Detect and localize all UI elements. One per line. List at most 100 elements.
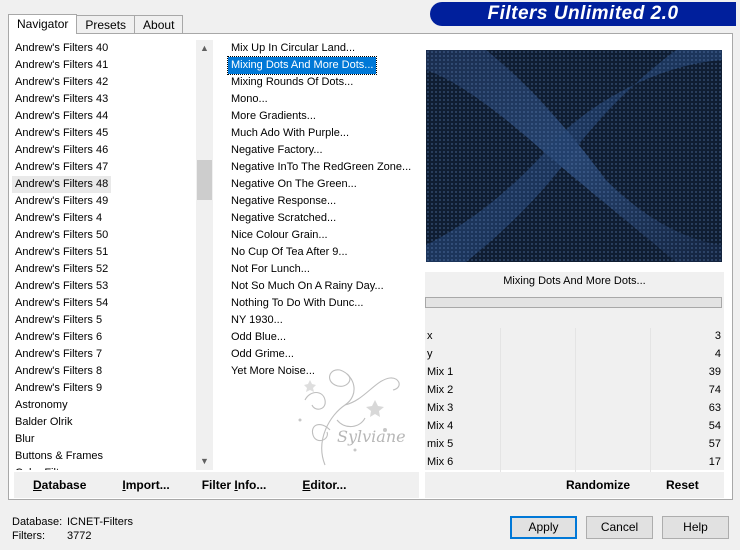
slider-tick bbox=[500, 436, 501, 454]
param-value: 57 bbox=[708, 438, 721, 450]
slider-tick bbox=[650, 346, 651, 364]
slider-tick bbox=[500, 418, 501, 436]
help-button[interactable]: Help bbox=[662, 516, 729, 539]
filter-item[interactable]: Much Ado With Purple... bbox=[228, 125, 418, 142]
scroll-down-icon[interactable]: ▼ bbox=[196, 453, 213, 470]
category-item[interactable]: Andrew's Filters 6 bbox=[12, 329, 197, 346]
category-item[interactable]: Andrew's Filters 45 bbox=[12, 125, 197, 142]
category-item[interactable]: Andrew's Filters 43 bbox=[12, 91, 197, 108]
param-slider-row[interactable]: mix 5 57 bbox=[425, 436, 724, 454]
category-item[interactable]: Andrew's Filters 9 bbox=[12, 380, 197, 397]
filter-item[interactable]: Negative Scratched... bbox=[228, 210, 418, 227]
scroll-up-icon[interactable]: ▲ bbox=[196, 40, 213, 57]
param-name: y bbox=[427, 348, 433, 360]
slider-tick bbox=[575, 454, 576, 472]
param-slider-row[interactable]: Mix 3 63 bbox=[425, 400, 724, 418]
slider-tick bbox=[650, 400, 651, 418]
param-slider-row[interactable]: Mix 2 74 bbox=[425, 382, 724, 400]
filter-item[interactable]: Mixing Rounds Of Dots... bbox=[228, 74, 418, 91]
category-item[interactable]: Andrew's Filters 41 bbox=[12, 57, 197, 74]
slider-tick bbox=[575, 382, 576, 400]
tab-bar: Navigator Presets About bbox=[8, 14, 184, 34]
cancel-button[interactable]: Cancel bbox=[586, 516, 653, 539]
param-slider-row[interactable]: Mix 1 39 bbox=[425, 364, 724, 382]
slider-tick bbox=[500, 346, 501, 364]
watermark-text: Sylviane bbox=[337, 427, 406, 446]
filter-item[interactable]: Negative Factory... bbox=[228, 142, 418, 159]
slider-tick bbox=[650, 418, 651, 436]
category-item[interactable]: Color Filters bbox=[12, 465, 197, 470]
filter-item[interactable]: Odd Blue... bbox=[228, 329, 418, 346]
filter-preview bbox=[426, 50, 722, 262]
category-item[interactable]: Andrew's Filters 47 bbox=[12, 159, 197, 176]
watermark-signature: Sylviane bbox=[298, 369, 406, 466]
category-item[interactable]: Andrew's Filters 4 bbox=[12, 210, 197, 227]
editor-button[interactable]: Editor... bbox=[302, 478, 346, 492]
app-title-banner: Filters Unlimited 2.0 bbox=[430, 2, 736, 26]
category-item[interactable]: Andrew's Filters 53 bbox=[12, 278, 197, 295]
database-button[interactable]: Database bbox=[33, 478, 86, 492]
category-item[interactable]: Andrew's Filters 40 bbox=[12, 40, 197, 57]
category-item[interactable]: Balder Olrik bbox=[12, 414, 197, 431]
category-item[interactable]: Andrew's Filters 8 bbox=[12, 363, 197, 380]
param-value: 63 bbox=[708, 402, 721, 414]
category-item[interactable]: Andrew's Filters 42 bbox=[12, 74, 197, 91]
param-value: 39 bbox=[708, 366, 721, 378]
filter-item[interactable]: Mono... bbox=[228, 91, 418, 108]
filter-item[interactable]: Negative On The Green... bbox=[228, 176, 418, 193]
filter-item[interactable]: Not So Much On A Rainy Day... bbox=[228, 278, 418, 295]
param-slider-row[interactable]: y4 bbox=[425, 346, 724, 364]
filter-item[interactable]: Nice Colour Grain... bbox=[228, 227, 418, 244]
filter-item[interactable]: Mixing Dots And More Dots... bbox=[226, 56, 378, 75]
category-item[interactable]: Andrew's Filters 54 bbox=[12, 295, 197, 312]
filter-item[interactable]: NY 1930... bbox=[228, 312, 418, 329]
param-slider-row[interactable]: Mix 4 54 bbox=[425, 418, 724, 436]
tab-navigator[interactable]: Navigator bbox=[8, 14, 78, 34]
apply-button[interactable]: Apply bbox=[510, 516, 577, 539]
category-item[interactable]: Andrew's Filters 7 bbox=[12, 346, 197, 363]
category-item[interactable]: Andrew's Filters 50 bbox=[12, 227, 197, 244]
param-name: Mix 4 bbox=[427, 420, 454, 432]
category-item[interactable]: Andrew's Filters 44 bbox=[12, 108, 197, 125]
slider-tick bbox=[575, 418, 576, 436]
reset-button[interactable]: Reset bbox=[666, 478, 699, 492]
filters-count-label: Filters: bbox=[12, 530, 45, 542]
category-item[interactable]: Blur bbox=[12, 431, 197, 448]
category-list[interactable]: Andrew's Filters 40 Andrew's Filters 41 An… bbox=[12, 40, 197, 470]
param-name: Mix 6 bbox=[427, 456, 454, 468]
filters-count-value: 3772 bbox=[67, 530, 92, 542]
filter-item[interactable]: Mix Up In Circular Land... bbox=[228, 40, 418, 57]
slider-tick bbox=[650, 382, 651, 400]
slider-tick bbox=[575, 346, 576, 364]
filter-item[interactable]: More Gradients... bbox=[228, 108, 418, 125]
scroll-thumb[interactable] bbox=[197, 160, 212, 200]
filter-item[interactable]: Not For Lunch... bbox=[228, 261, 418, 278]
category-item[interactable]: Andrew's Filters 51 bbox=[12, 244, 197, 261]
filter-item[interactable]: No Cup Of Tea After 9... bbox=[228, 244, 418, 261]
left-button-bar: Database Import... Filter Info... Editor… bbox=[14, 472, 419, 498]
slider-tick bbox=[575, 364, 576, 382]
category-item[interactable]: Astronomy bbox=[12, 397, 197, 414]
category-item[interactable]: Buttons & Frames bbox=[12, 448, 197, 465]
category-item[interactable]: Andrew's Filters 5 bbox=[12, 312, 197, 329]
category-item[interactable]: Andrew's Filters 48 bbox=[12, 176, 112, 193]
param-slider-row[interactable]: Mix 6 17 bbox=[425, 454, 724, 472]
current-filter-title: Mixing Dots And More Dots... bbox=[503, 275, 646, 287]
param-slider-row[interactable]: x3 bbox=[425, 328, 724, 346]
slider-tick bbox=[500, 328, 501, 346]
preview-scrollbar[interactable] bbox=[425, 297, 722, 308]
category-item[interactable]: Andrew's Filters 46 bbox=[12, 142, 197, 159]
filter-item[interactable]: Nothing To Do With Dunc... bbox=[228, 295, 418, 312]
slider-tick bbox=[650, 454, 651, 472]
tab-presets[interactable]: Presets bbox=[76, 15, 136, 34]
category-item[interactable]: Andrew's Filters 49 bbox=[12, 193, 197, 210]
category-item[interactable]: Andrew's Filters 52 bbox=[12, 261, 197, 278]
tab-about[interactable]: About bbox=[134, 15, 184, 34]
param-value: 54 bbox=[708, 420, 721, 432]
filter-info-button[interactable]: Filter Info... bbox=[202, 478, 267, 492]
import-button[interactable]: Import... bbox=[122, 478, 169, 492]
randomize-button[interactable]: Randomize bbox=[566, 478, 630, 492]
filter-item[interactable]: Negative InTo The RedGreen Zone... bbox=[228, 159, 418, 176]
category-scrollbar[interactable]: ▲ ▼ bbox=[196, 40, 213, 470]
filter-item[interactable]: Negative Response... bbox=[228, 193, 418, 210]
